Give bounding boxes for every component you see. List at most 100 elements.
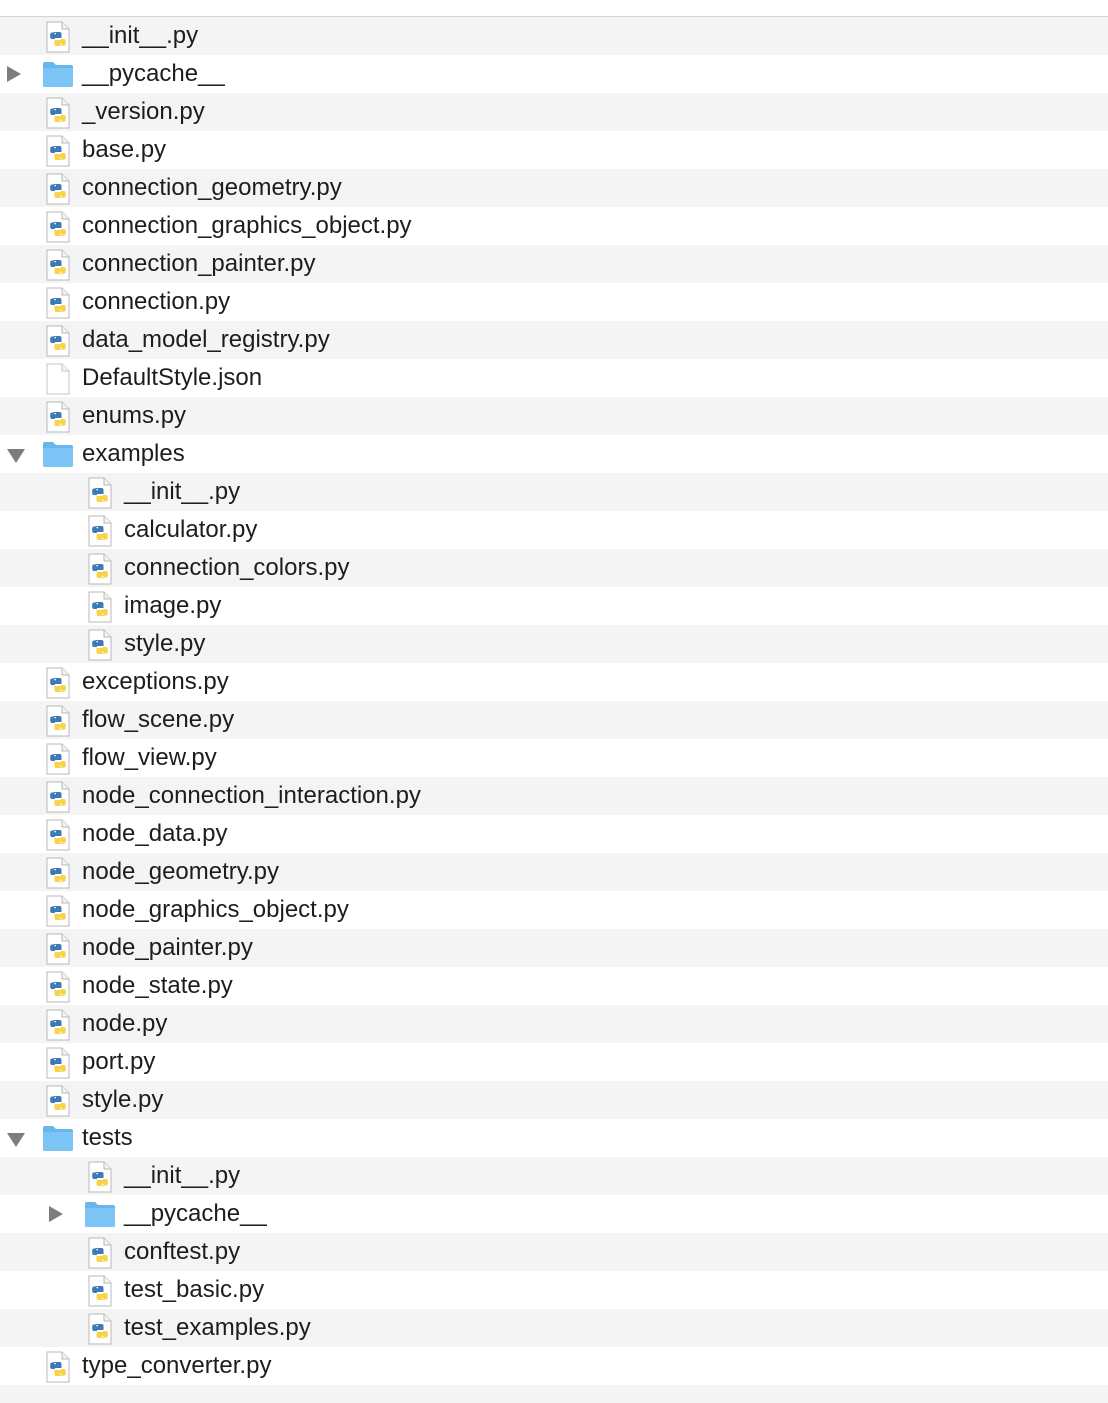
item-name: conftest.py [124, 1238, 241, 1265]
file-row[interactable]: conftest.py [0, 1233, 1108, 1271]
python-file-icon [46, 667, 70, 704]
disclosure-triangle-right-icon[interactable] [49, 1206, 63, 1222]
python-file-icon [46, 249, 70, 286]
python-file-icon [46, 1351, 70, 1388]
file-row[interactable]: __init__.py [0, 473, 1108, 511]
file-row[interactable]: style.py [0, 1081, 1108, 1119]
file-row[interactable]: flow_scene.py [0, 701, 1108, 739]
item-name: __pycache__ [82, 60, 225, 87]
python-file-icon [46, 1009, 70, 1046]
item-name: _version.py [82, 98, 205, 125]
file-row[interactable]: test_basic.py [0, 1271, 1108, 1309]
python-file-icon [88, 591, 112, 628]
item-name: test_basic.py [124, 1276, 265, 1303]
file-row[interactable]: style.py [0, 625, 1108, 663]
file-row[interactable]: connection_colors.py [0, 549, 1108, 587]
python-file-icon [46, 135, 70, 172]
file-tree: __init__.py __pycache__ _version.py base… [0, 17, 1108, 1385]
file-row[interactable]: test_examples.py [0, 1309, 1108, 1347]
item-name: base.py [82, 136, 167, 163]
python-file-icon [46, 1047, 70, 1084]
item-name: connection_graphics_object.py [82, 212, 412, 239]
item-name: style.py [124, 630, 206, 657]
item-name: flow_view.py [82, 744, 217, 771]
file-row[interactable]: node_data.py [0, 815, 1108, 853]
python-file-icon [46, 173, 70, 210]
python-file-icon [46, 211, 70, 248]
python-file-icon [46, 971, 70, 1008]
folder-icon [84, 1200, 116, 1233]
python-file-icon [46, 781, 70, 818]
file-row[interactable]: __init__.py [0, 1157, 1108, 1195]
file-row[interactable]: data_model_registry.py [0, 321, 1108, 359]
file-row[interactable]: _version.py [0, 93, 1108, 131]
folder-row[interactable]: __pycache__ [0, 55, 1108, 93]
list-header-edge [0, 0, 1108, 17]
python-file-icon [88, 629, 112, 666]
item-name: node_data.py [82, 820, 228, 847]
item-name: __init__.py [124, 1162, 241, 1189]
item-name: connection_colors.py [124, 554, 350, 581]
item-name: port.py [82, 1048, 156, 1075]
file-row[interactable]: exceptions.py [0, 663, 1108, 701]
file-row[interactable]: connection_graphics_object.py [0, 207, 1108, 245]
file-row[interactable]: DefaultStyle.json [0, 359, 1108, 397]
file-row[interactable]: node.py [0, 1005, 1108, 1043]
item-name: node_state.py [82, 972, 233, 999]
file-row[interactable]: node_painter.py [0, 929, 1108, 967]
disclosure-triangle-right-icon[interactable] [7, 66, 21, 82]
python-file-icon [46, 401, 70, 438]
file-row[interactable]: type_converter.py [0, 1347, 1108, 1385]
python-file-icon [46, 857, 70, 894]
item-name: exceptions.py [82, 668, 229, 695]
folder-icon [42, 440, 74, 473]
folder-row[interactable]: tests [0, 1119, 1108, 1157]
file-row[interactable]: connection.py [0, 283, 1108, 321]
file-row[interactable]: flow_view.py [0, 739, 1108, 777]
item-name: __pycache__ [124, 1200, 267, 1227]
item-name: node_geometry.py [82, 858, 280, 885]
item-name: __init__.py [124, 478, 241, 505]
file-row[interactable]: node_connection_interaction.py [0, 777, 1108, 815]
folder-row[interactable]: __pycache__ [0, 1195, 1108, 1233]
file-row[interactable]: connection_painter.py [0, 245, 1108, 283]
item-name: style.py [82, 1086, 164, 1113]
item-name: flow_scene.py [82, 706, 235, 733]
python-file-icon [46, 287, 70, 324]
file-row[interactable]: image.py [0, 587, 1108, 625]
folder-row[interactable]: examples [0, 435, 1108, 473]
item-name: tests [82, 1124, 133, 1151]
empty-row [0, 1385, 1108, 1403]
python-file-icon [46, 1085, 70, 1122]
python-file-icon [88, 1161, 112, 1198]
file-row[interactable]: connection_geometry.py [0, 169, 1108, 207]
item-name: data_model_registry.py [82, 326, 330, 353]
item-name: node_graphics_object.py [82, 896, 349, 923]
python-file-icon [46, 705, 70, 742]
python-file-icon [46, 325, 70, 362]
file-row[interactable]: calculator.py [0, 511, 1108, 549]
python-file-icon [88, 553, 112, 590]
item-name: type_converter.py [82, 1352, 272, 1379]
item-name: node.py [82, 1010, 168, 1037]
python-file-icon [88, 1313, 112, 1350]
item-name: image.py [124, 592, 222, 619]
file-row[interactable]: __init__.py [0, 17, 1108, 55]
python-file-icon [88, 1237, 112, 1274]
disclosure-triangle-down-icon[interactable] [7, 1133, 25, 1147]
item-name: node_painter.py [82, 934, 253, 961]
file-row[interactable]: node_graphics_object.py [0, 891, 1108, 929]
python-file-icon [46, 21, 70, 58]
file-row[interactable]: port.py [0, 1043, 1108, 1081]
file-row[interactable]: enums.py [0, 397, 1108, 435]
item-name: connection_geometry.py [82, 174, 342, 201]
folder-icon [42, 60, 74, 93]
item-name: node_connection_interaction.py [82, 782, 421, 809]
file-row[interactable]: base.py [0, 131, 1108, 169]
item-name: connection.py [82, 288, 231, 315]
file-row[interactable]: node_geometry.py [0, 853, 1108, 891]
disclosure-triangle-down-icon[interactable] [7, 449, 25, 463]
python-file-icon [88, 477, 112, 514]
file-row[interactable]: node_state.py [0, 967, 1108, 1005]
item-name: examples [82, 440, 185, 467]
